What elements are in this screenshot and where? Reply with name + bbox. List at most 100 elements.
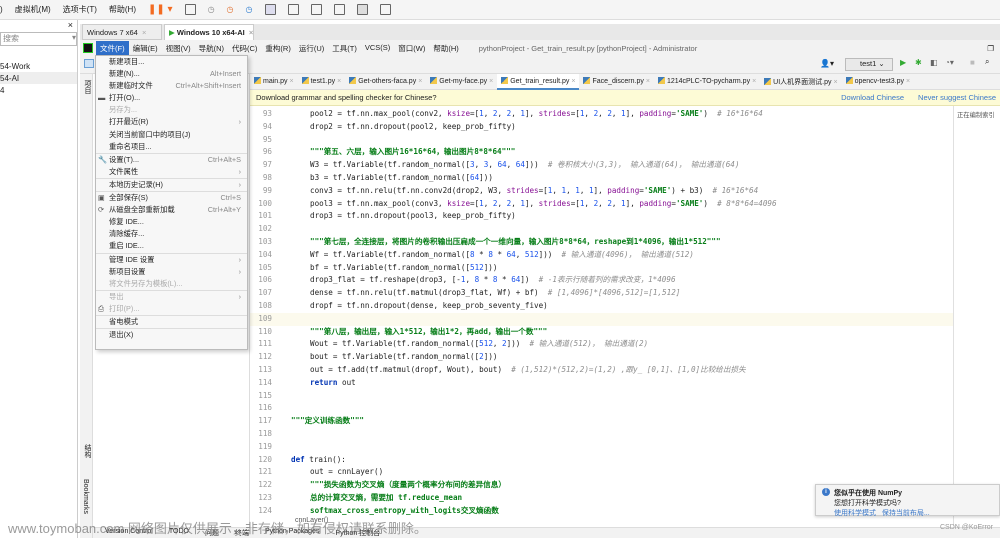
code-line[interactable]: 96 """第五、六层，输入图片16*16*64，输出图片8*8*64""" <box>250 146 953 159</box>
profile-icon[interactable]: ◔▾ <box>945 58 954 67</box>
code-line[interactable]: 99 conv3 = tf.nn.relu(tf.nn.conv2d(drop2,… <box>250 185 953 198</box>
code-line[interactable]: 106 drop3_flat = tf.reshape(drop3, [-1, 8… <box>250 274 953 287</box>
close-icon[interactable]: × <box>142 28 146 37</box>
code-line[interactable]: 120 def train(): <box>250 454 953 467</box>
search-icon[interactable]: ⌕ <box>985 57 989 67</box>
download-chinese-link[interactable]: Download Chinese <box>841 93 904 102</box>
file-menu-item[interactable]: 本地历史记录(H) › <box>96 179 247 191</box>
code-line[interactable]: 95 <box>250 134 953 147</box>
stretch-icon[interactable] <box>379 4 391 15</box>
code-line[interactable]: 101 drop3 = tf.nn.dropout(pool3, keep_pro… <box>250 210 953 223</box>
menu-tools[interactable]: 工具(T) <box>328 41 361 56</box>
editor-tab[interactable]: Get_train_result.py × <box>497 74 580 90</box>
library-item[interactable]: 54-AI <box>0 72 77 84</box>
code-line[interactable]: 119 <box>250 441 953 454</box>
code-line[interactable]: 94 drop2 = tf.nn.dropout(pool2, keep_prob… <box>250 121 953 134</box>
library-item[interactable]: 54-Work <box>0 60 77 72</box>
file-menu-item[interactable]: 省电模式 <box>96 316 247 328</box>
editor-tab[interactable]: UI人机界面测试.py × <box>760 74 841 90</box>
close-icon[interactable]: × <box>337 78 341 85</box>
restore-window-icon[interactable]: ❐ <box>987 44 994 53</box>
vm-tab-win10[interactable]: ▶ Windows 10 x64-AI × <box>164 24 254 40</box>
close-icon[interactable]: × <box>249 28 253 37</box>
never-suggest-link[interactable]: Never suggest Chinese <box>918 93 996 102</box>
code-editor[interactable]: 93 pool2 = tf.nn.max_pool(conv2, ksize=[1… <box>250 106 953 526</box>
code-line[interactable]: 105 bf = tf.Variable(tf.random_normal([51… <box>250 262 953 275</box>
menu-refactor[interactable]: 重构(R) <box>261 41 294 56</box>
code-line[interactable]: 98 b3 = tf.Variable(tf.random_normal([64]… <box>250 172 953 185</box>
close-icon[interactable]: × <box>290 78 294 85</box>
stop-icon[interactable]: ■ <box>970 58 975 67</box>
run-config-select[interactable]: test1 ⌄ <box>845 58 893 71</box>
file-menu-item[interactable]: 管理 IDE 设置 › <box>96 254 247 266</box>
editor-tab[interactable]: Face_discern.py × <box>579 74 653 90</box>
file-menu-item[interactable]: ⟳ 从磁盘全部重新加载 Ctrl+Alt+Y <box>96 204 247 216</box>
unity-icon[interactable] <box>333 4 345 15</box>
menu-navigate[interactable]: 导航(N) <box>195 41 228 56</box>
project-icon[interactable] <box>84 59 94 68</box>
file-menu-item[interactable]: 重启 IDE... <box>96 240 247 252</box>
user-icon[interactable]: 👤▾ <box>820 59 834 68</box>
editor-tab[interactable]: Get-my-face.py × <box>426 74 497 90</box>
code-line[interactable]: 109 <box>250 312 953 326</box>
editor-tab[interactable]: 1214cPLC-TO-pycharm.py × <box>654 74 760 90</box>
close-icon[interactable]: × <box>646 78 650 85</box>
file-menu-item[interactable]: 关闭当前窗口中的项目(J) <box>96 129 247 141</box>
revert-snapshot-icon[interactable]: ◷ <box>227 5 234 14</box>
menu-window[interactable]: 窗口(W) <box>394 41 429 56</box>
file-menu-item[interactable]: 文件属性 › <box>96 166 247 178</box>
close-icon[interactable]: × <box>906 78 910 85</box>
snapshot-icon[interactable]: ◷ <box>208 5 215 14</box>
code-line[interactable]: 110 """第八层，输出层，输入1*512，输出1*2，再add，输出一个数""… <box>250 326 953 339</box>
file-menu-item[interactable]: 新建临时文件 Ctrl+Alt+Shift+Insert <box>96 80 247 92</box>
editor-tab[interactable]: Get-others-faca.py × <box>345 74 426 90</box>
code-line[interactable]: 111 Wout = tf.Variable(tf.random_normal([… <box>250 338 953 351</box>
code-line[interactable]: 103 """第七层，全连接层，将图片的卷积输出压扁成一个一维向量，输入图片8*8… <box>250 236 953 249</box>
code-line[interactable]: 107 dense = tf.nn.relu(tf.matmul(drop3_fl… <box>250 287 953 300</box>
code-line[interactable]: 117 """定义训练函数""" <box>250 415 953 428</box>
library-search-input[interactable]: 搜索 ▾ <box>0 32 77 46</box>
file-menu-item[interactable]: 新建(N)... Alt+Insert <box>96 68 247 80</box>
file-menu-item[interactable]: 清除缓存... <box>96 228 247 240</box>
code-line[interactable]: 102 <box>250 223 953 236</box>
code-line[interactable]: 108 dropf = tf.nn.dropout(dense, keep_pro… <box>250 300 953 313</box>
file-menu-item[interactable]: 🔧 设置(T)... Ctrl+Alt+S <box>96 154 247 166</box>
editor-tab[interactable]: main.py × <box>250 74 298 90</box>
file-menu-item[interactable]: 新建项目... <box>96 56 247 68</box>
code-line[interactable]: 116 <box>250 402 953 415</box>
bookmarks-tool-button[interactable]: Bookmarks <box>82 479 89 514</box>
close-icon[interactable]: × <box>752 78 756 85</box>
menu-vm[interactable]: 虚拟机(M) <box>15 4 51 15</box>
close-icon[interactable]: × <box>489 78 493 85</box>
code-line[interactable]: 93 pool2 = tf.nn.max_pool(conv2, ksize=[1… <box>250 108 953 121</box>
code-line[interactable]: 97 W3 = tf.Variable(tf.random_normal([3, … <box>250 159 953 172</box>
editor-tab[interactable]: test1.py × <box>298 74 346 90</box>
coverage-icon[interactable]: ◧ <box>930 58 938 67</box>
run-icon[interactable]: ▶ <box>900 58 906 67</box>
vm-menu-partial[interactable]: ) <box>0 5 3 14</box>
debug-icon[interactable]: ✱ <box>915 58 922 67</box>
vm-tab-win7[interactable]: Windows 7 x64 × <box>82 24 162 40</box>
code-line[interactable]: 113 out = tf.add(tf.matmul(dropf, Wout), … <box>250 364 953 377</box>
send-keys-icon[interactable] <box>184 4 196 15</box>
file-menu-item[interactable]: ▬ 打开(O)... <box>96 92 247 104</box>
fullscreen-icon[interactable] <box>310 4 322 15</box>
menu-code[interactable]: 代码(C) <box>228 41 261 56</box>
menu-vcs[interactable]: VCS(S) <box>361 41 394 56</box>
close-icon[interactable]: × <box>418 78 422 85</box>
scientific-mode-link[interactable]: 使用科学模式 <box>834 510 876 517</box>
menu-help[interactable]: 帮助(H) <box>429 41 462 56</box>
file-menu-item[interactable]: ▣ 全部保存(S) Ctrl+S <box>96 192 247 204</box>
code-line[interactable]: 121 out = cnnLayer() <box>250 466 953 479</box>
code-line[interactable]: 115 <box>250 390 953 403</box>
menu-run[interactable]: 运行(U) <box>295 41 328 56</box>
file-menu-item[interactable]: 打开最近(R) › <box>96 116 247 128</box>
code-line[interactable]: 118 <box>250 428 953 441</box>
code-line[interactable]: 100 pool3 = tf.nn.max_pool(conv3, ksize=[… <box>250 198 953 211</box>
dropdown-icon[interactable]: ▾ <box>72 33 76 45</box>
code-line[interactable]: 112 bout = tf.Variable(tf.random_normal([… <box>250 351 953 364</box>
menu-file[interactable]: 文件(F) <box>96 40 129 56</box>
code-line[interactable]: 104 Wf = tf.Variable(tf.random_normal([8 … <box>250 249 953 262</box>
close-icon[interactable]: × <box>571 78 575 85</box>
menu-view[interactable]: 视图(V) <box>162 41 195 56</box>
